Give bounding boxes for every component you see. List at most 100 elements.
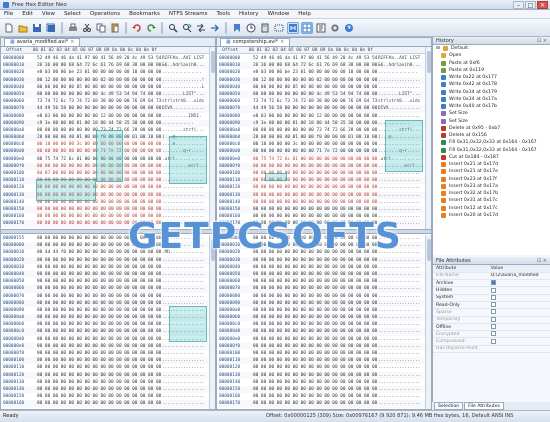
hex-row[interactable]: 00000020 00 00 00 00 00 00 00 00 00 00 00… — [3, 256, 209, 264]
row-ascii[interactable]: ................ — [378, 293, 420, 300]
right-bottom-scrollbar[interactable] — [425, 235, 431, 409]
history-item[interactable]: Set Size — [433, 110, 550, 117]
hex-row[interactable]: 00000150 00 00 00 00 00 00 00 00 00 00 00… — [3, 205, 209, 214]
hex-row[interactable]: 00000050 00 00 00 00 00 00 00 00 4c 49 53… — [219, 90, 425, 99]
minimize-button[interactable]: – — [513, 1, 524, 9]
attribute-row[interactable]: Hidden — [433, 286, 550, 295]
attribute-row[interactable]: File Name Q:\2\avaria_modified — [433, 272, 550, 281]
maximize-button[interactable]: □ — [525, 1, 536, 9]
attribute-value[interactable] — [487, 279, 550, 288]
row-hex-bytes[interactable]: 00 00 00 00 00 00 00 00 00 00 00 00 00 0… — [37, 336, 162, 343]
row-hex-bytes[interactable]: 00 00 00 00 00 00 00 00 00 00 00 00 00 0… — [253, 336, 378, 343]
hex-row[interactable]: 00000090 c9 3e 00 00 00 01 00 18 00 44 58… — [3, 119, 209, 127]
left-bottom-scrollbar[interactable] — [209, 235, 215, 409]
replace-icon[interactable] — [195, 22, 207, 34]
row-ascii[interactable]: DIVX............ — [378, 105, 420, 112]
row-ascii[interactable]: ................ — [378, 184, 420, 191]
row-ascii[interactable]: ................ — [162, 278, 204, 285]
right-hex-editor[interactable]: ▦ compstership.avi* × Offset 00 01 02 03… — [216, 37, 432, 410]
menu-tools[interactable]: Tools — [216, 11, 230, 17]
menu-edit[interactable]: Edit — [22, 11, 33, 17]
history-root[interactable]: ⊟ Default — [433, 45, 550, 52]
hex-row[interactable]: 00000070 44 49 56 58 00 00 00 00 00 00 00… — [3, 105, 209, 113]
row-ascii[interactable]: ................ — [162, 271, 204, 278]
row-hex-bytes[interactable]: 00 00 00 00 00 00 00 00 00 00 00 00 00 0… — [37, 300, 162, 307]
row-hex-bytes[interactable]: 00 00 00 00 00 00 00 00 00 00 00 00 00 0… — [37, 386, 162, 393]
hex-row[interactable]: 00000110 00 00 00 00 00 00 00 00 00 00 00… — [219, 177, 425, 185]
row-hex-bytes[interactable]: 44 49 56 58 00 00 00 00 00 00 00 00 00 0… — [37, 105, 162, 112]
hex-row[interactable]: 00000020 e8 03 00 00 be 23 01 00 00 00 00… — [3, 69, 209, 76]
row-hex-bytes[interactable]: 00 00 00 00 00 00 00 00 00 00 00 00 00 0… — [253, 293, 378, 300]
attribute-checkbox[interactable] — [490, 287, 496, 293]
row-hex-bytes[interactable]: c9 3e 00 00 00 01 00 18 00 44 58 35 30 0… — [253, 120, 378, 127]
hex-row[interactable]: 000000c0 00 00 00 00 00 00 00 00 00 00 00… — [219, 321, 425, 328]
hex-row[interactable]: 00000050 00 00 00 00 00 00 00 00 00 00 00… — [3, 278, 209, 285]
hex-row[interactable]: 00000040 00 00 00 00 00 00 00 00 00 00 00… — [3, 270, 209, 279]
print-icon[interactable] — [67, 22, 79, 34]
attribute-checkbox[interactable] — [490, 302, 496, 308]
attribute-value[interactable] — [487, 337, 550, 346]
row-ascii[interactable]: DIVX............ — [162, 105, 204, 112]
history-item[interactable]: Write 0x34 at 0x179 — [433, 89, 550, 96]
row-ascii[interactable]: ............... — [378, 69, 418, 76]
pin-icon[interactable]: ⊡ × — [537, 37, 547, 45]
attribute-value[interactable] — [487, 286, 550, 295]
menu-file[interactable]: File — [4, 11, 13, 17]
row-ascii[interactable]: ................ — [162, 192, 204, 199]
paste-icon[interactable] — [109, 22, 121, 34]
row-hex-bytes[interactable]: c9 3e 00 00 00 01 00 18 00 44 58 35 30 0… — [37, 120, 162, 127]
right-top-scrollbar[interactable] — [425, 47, 431, 229]
attribute-checkbox[interactable] — [490, 280, 496, 286]
attribute-row[interactable]: Temporary — [433, 316, 550, 324]
row-hex-bytes[interactable]: 52 49 46 46 4a 41 97 00 41 56 49 20 4c 4… — [253, 55, 378, 62]
pin-icon[interactable]: ⊡ × — [537, 257, 547, 265]
history-item[interactable]: Write 0x40 at 0x17b — [433, 103, 550, 110]
history-item[interactable]: Open — [433, 52, 550, 59]
attribute-checkbox[interactable] — [490, 316, 496, 322]
tab-file-attributes[interactable]: File Attributes — [464, 402, 504, 410]
hex-row[interactable]: 000000f0 00 00 00 00 00 00 00 00 00 00 00… — [219, 342, 425, 350]
row-ascii[interactable]: RIFF#a..AVI LIST — [378, 55, 420, 62]
hex-row[interactable]: 00000170 00 00 00 00 00 00 00 00 00 00 00… — [3, 220, 209, 228]
row-hex-bytes[interactable]: 00 12 00 00 00 00 00 00 02 00 00 00 00 0… — [37, 77, 162, 84]
row-ascii[interactable]: ...............L — [162, 84, 204, 91]
attribute-value[interactable] — [487, 323, 550, 332]
row-ascii[interactable]: ............... — [162, 69, 202, 76]
menu-history[interactable]: History — [239, 11, 259, 17]
row-ascii[interactable]: ................ — [378, 343, 420, 350]
row-ascii[interactable]: strlstrh8...vids — [378, 98, 420, 105]
row-hex-bytes[interactable]: 00 00 00 00 00 00 00 00 00 00 00 00 00 0… — [37, 372, 162, 379]
hex-row[interactable]: 00000120 00 00 00 00 00 00 00 00 00 00 00… — [219, 364, 425, 371]
hex-row[interactable]: 00000150 00 00 00 00 00 00 00 00 00 00 00… — [3, 393, 209, 400]
row-ascii[interactable]: RIFF#a..AVI LIST — [162, 55, 204, 62]
row-hex-bytes[interactable]: 00 00 00 00 00 00 00 00 00 00 00 00 00 0… — [253, 357, 378, 364]
history-item[interactable]: Delete at 0x156 — [433, 132, 550, 139]
hex-row[interactable]: 00000110 00 00 00 00 00 00 00 00 00 00 00… — [219, 357, 425, 365]
history-item[interactable]: Paste at 0x119 — [433, 67, 550, 74]
hex-row[interactable]: 00000110 00 00 00 00 00 00 00 00 00 00 00… — [3, 364, 209, 371]
row-ascii[interactable]: ................ — [378, 386, 420, 393]
attribute-value[interactable] — [487, 330, 550, 339]
row-hex-bytes[interactable]: 00 00 00 00 00 00 00 00 00 00 00 00 00 0… — [253, 400, 378, 407]
history-item[interactable]: Write 0x22 at 0x177 — [433, 74, 550, 81]
row-hex-bytes[interactable]: 00 00 00 00 00 00 00 00 00 00 00 00 00 0… — [37, 307, 162, 314]
row-hex-bytes[interactable]: 00 00 00 00 00 00 00 00 00 00 00 00 00 0… — [37, 206, 162, 213]
row-ascii[interactable]: ................ — [378, 84, 420, 91]
hex-row[interactable]: 00000040 00 00 00 00 00 05 00 00 00 00 00… — [219, 84, 425, 91]
row-ascii[interactable]: ................ — [378, 314, 420, 321]
row-hex-bytes[interactable]: 00 00 00 00 00 00 00 00 00 00 00 00 00 0… — [37, 393, 162, 400]
row-hex-bytes[interactable]: 00 00 00 00 00 00 00 00 00 00 00 00 00 0… — [253, 314, 378, 321]
row-ascii[interactable]: ................ — [378, 393, 420, 400]
row-ascii[interactable]: ..........IN51. — [162, 113, 202, 120]
row-hex-bytes[interactable]: 00 00 00 00 00 00 00 00 00 00 00 00 00 0… — [253, 372, 378, 379]
row-ascii[interactable]: ................ — [162, 364, 204, 371]
hex-row[interactable]: 00000130 00 00 00 00 00 00 00 00 00 00 00… — [219, 371, 425, 379]
row-ascii[interactable]: ........strf(... — [162, 127, 204, 134]
row-hex-bytes[interactable]: 00 00 00 00 00 00 00 00 00 00 00 00 00 0… — [253, 242, 378, 249]
attribute-value[interactable] — [487, 316, 550, 324]
hex-row[interactable]: 00000120 00 00 00 00 00 00 00 00 00 00 00… — [219, 184, 425, 191]
row-ascii[interactable]: ................ — [378, 372, 420, 379]
row-hex-bytes[interactable]: 00 00 00 00 00 00 00 00 4c 49 53 54 94 7… — [253, 91, 378, 98]
row-ascii[interactable]: ................ — [378, 213, 420, 220]
menu-operations[interactable]: Operations — [90, 11, 120, 17]
